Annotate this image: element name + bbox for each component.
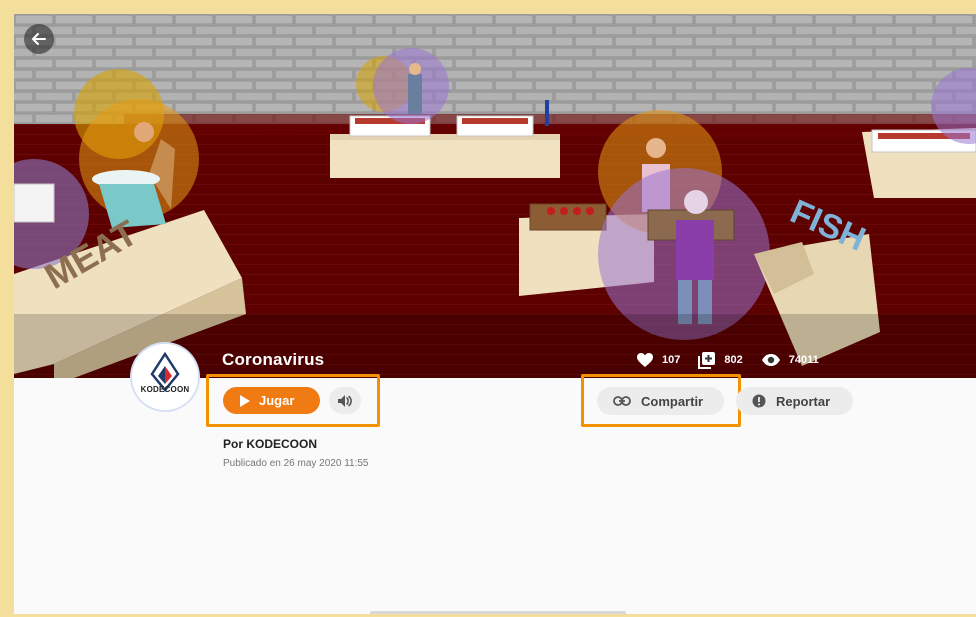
likes-stat: 107 [636, 352, 680, 368]
arrow-left-icon [32, 33, 46, 45]
likes-count: 107 [662, 354, 681, 366]
home-indicator[interactable] [370, 611, 626, 614]
app-screen: MEAT FISH Coronavirus 107 802 74011 KODE… [14, 14, 976, 614]
game-preview-image: MEAT FISH Coronavirus 107 802 74011 [14, 14, 976, 378]
views-count: 74011 [788, 354, 819, 366]
game-title: Coronavirus [222, 350, 325, 369]
author-line[interactable]: Por KODECOON [223, 437, 317, 451]
back-button[interactable] [24, 24, 54, 54]
game-stats: 107 802 74011 [636, 351, 819, 369]
added-stat: 802 [698, 351, 743, 369]
eye-icon [761, 354, 780, 366]
link-icon [613, 396, 631, 406]
share-button[interactable]: Compartir [597, 387, 724, 415]
report-button[interactable]: Reportar [736, 387, 853, 415]
add-box-icon [698, 352, 716, 369]
sound-toggle-button[interactable] [329, 387, 361, 414]
kodecoon-logo-icon [132, 344, 198, 410]
views-stat: 74011 [761, 353, 819, 367]
volume-icon [338, 394, 352, 407]
published-date: Publicado en 26 may 2020 11:55 [223, 458, 369, 469]
share-button-label: Compartir [641, 393, 704, 409]
added-count: 802 [724, 354, 743, 366]
play-button[interactable]: Jugar [223, 387, 320, 414]
report-button-label: Reportar [776, 393, 831, 409]
author-logo-text: KODECOON [140, 385, 190, 394]
screenshot-frame: MEAT FISH Coronavirus 107 802 74011 KODE… [0, 0, 976, 617]
play-button-label: Jugar [259, 393, 295, 408]
alert-icon [752, 394, 766, 408]
game-scene-illustration: MEAT FISH [14, 14, 976, 378]
heart-icon [637, 353, 653, 367]
play-icon [240, 394, 250, 407]
author-logo[interactable]: KODECOON [132, 344, 198, 410]
